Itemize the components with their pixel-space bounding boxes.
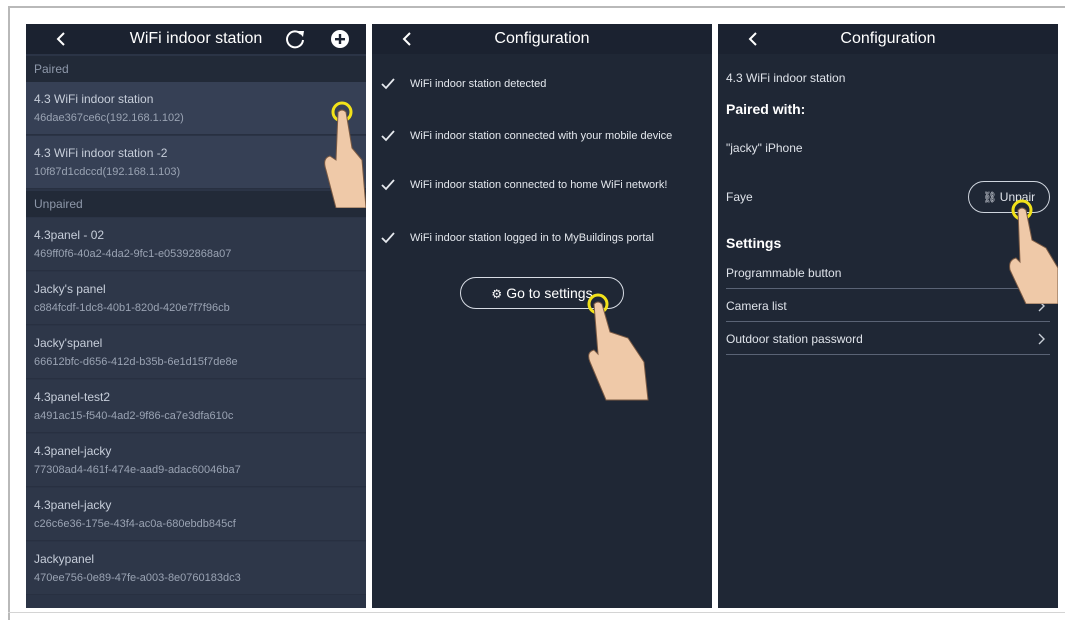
page-title: WiFi indoor station xyxy=(129,30,263,47)
device-name: 4.3 WiFi indoor station xyxy=(34,92,154,106)
step-label: WiFi indoor station connected to home Wi… xyxy=(410,179,668,191)
outdoor-station-password-row[interactable]: Outdoor station password xyxy=(726,323,1050,355)
device-id: a491ac15-f540-4ad2-9f86-ca7e3dfa610c xyxy=(34,410,234,422)
row-label: Outdoor station password xyxy=(726,332,863,346)
unpair-label: Unpair xyxy=(999,190,1036,204)
device-name: 4.3panel-jacky xyxy=(34,498,112,512)
chevron-right-icon xyxy=(1038,300,1045,312)
unpaired-device-item[interactable]: Jackypanel 470ee756-0e89-47fe-a003-8e076… xyxy=(26,542,366,595)
chevron-right-icon xyxy=(1038,333,1045,345)
paired-device-item[interactable]: 4.3 WiFi indoor station 46dae367ce6c(192… xyxy=(26,82,366,135)
unpaired-device-item[interactable]: Jacky's panel c884fcdf-1dc8-40b1-820d-42… xyxy=(26,272,366,325)
refresh-icon[interactable] xyxy=(284,28,306,50)
check-icon xyxy=(381,130,395,142)
settings-heading: Settings xyxy=(726,235,782,251)
frame-border-bottom xyxy=(8,612,1065,613)
go-to-settings-button[interactable]: ⚙ Go to settings xyxy=(460,277,624,309)
device-id: c884fcdf-1dc8-40b1-820d-420e7f7f96cb xyxy=(34,302,230,314)
config-step: WiFi indoor station logged in to MyBuild… xyxy=(372,230,712,250)
page-title: Configuration xyxy=(494,30,590,47)
device-name: 4.3panel - 02 xyxy=(34,228,105,242)
check-icon xyxy=(381,78,395,90)
camera-list-row[interactable]: Camera list xyxy=(726,290,1050,322)
gear-icon: ⚙ xyxy=(491,287,503,301)
step-label: WiFi indoor station detected xyxy=(410,78,547,90)
device-name: Jackypanel xyxy=(34,552,95,566)
device-name: 4.3panel-test2 xyxy=(34,390,111,404)
unpaired-section-header: Unpaired xyxy=(26,191,366,217)
nav-bar: Configuration xyxy=(372,24,712,54)
nav-bar: Configuration xyxy=(718,24,1058,54)
step-label: WiFi indoor station connected with your … xyxy=(410,130,673,142)
device-list-screen: WiFi indoor station Paired 4.3 WiFi indo… xyxy=(26,24,366,608)
unpaired-device-item[interactable]: 4.3panel - 02 469ff0f6-40a2-4da2-9fc1-e0… xyxy=(26,218,366,271)
programmable-button-row[interactable]: Programmable button xyxy=(726,257,1050,289)
paired-section-header: Paired xyxy=(26,56,366,82)
nav-bar: WiFi indoor station xyxy=(26,24,366,54)
unpaired-device-item[interactable]: Jacky'spanel 66612bfc-d656-412d-b35b-6e1… xyxy=(26,326,366,379)
user-name: Faye xyxy=(726,190,753,204)
paired-device-item[interactable]: 4.3 WiFi indoor station -2 10f87d1cdccd(… xyxy=(26,136,366,189)
device-id: 46dae367ce6c(192.168.1.102) xyxy=(34,112,184,124)
frame-border-left xyxy=(8,6,10,620)
device-settings-screen: Configuration 4.3 WiFi indoor station Pa… xyxy=(718,24,1058,608)
step-label: WiFi indoor station logged in to MyBuild… xyxy=(410,232,654,244)
device-id: 10f87d1cdccd(192.168.1.103) xyxy=(34,166,181,178)
device-name: 4.3 WiFi indoor station xyxy=(726,71,846,85)
unpaired-device-item[interactable]: 4.3panel-jacky c26c6e36-175e-43f4-ac0a-6… xyxy=(26,488,366,541)
device-name: 4.3 WiFi indoor station -2 xyxy=(34,146,168,160)
device-id: c26c6e36-175e-43f4-ac0a-680ebdb845cf xyxy=(34,518,236,530)
check-icon xyxy=(381,232,395,244)
check-icon xyxy=(381,179,395,191)
unpaired-device-item[interactable]: 4.3panel-test2 a491ac15-f540-4ad2-9f86-c… xyxy=(26,380,366,433)
page-title: Configuration xyxy=(840,30,936,47)
device-name: Jacky's panel xyxy=(34,282,106,296)
row-label: Camera list xyxy=(726,299,787,313)
paired-device-name: "jacky" iPhone xyxy=(726,141,803,155)
device-id: 77308ad4-461f-474e-aad9-adac60046ba7 xyxy=(34,464,241,476)
device-name: 4.3panel-jacky xyxy=(34,444,112,458)
paired-with-heading: Paired with: xyxy=(726,101,806,117)
device-id: 470ee756-0e89-47fe-a003-8e0760183dc3 xyxy=(34,572,241,584)
row-label: Programmable button xyxy=(726,266,842,280)
unpair-button[interactable]: ⛓ Unpair xyxy=(968,181,1050,213)
go-to-settings-label: Go to settings xyxy=(506,285,593,301)
configuration-progress-screen: Configuration WiFi indoor station detect… xyxy=(372,24,712,608)
config-step: WiFi indoor station connected to home Wi… xyxy=(372,177,712,197)
add-circle-icon[interactable] xyxy=(329,28,351,50)
config-step: WiFi indoor station connected with your … xyxy=(372,128,712,148)
config-step: WiFi indoor station detected xyxy=(372,76,712,96)
device-id: 469ff0f6-40a2-4da2-9fc1-e05392868a07 xyxy=(34,248,232,260)
unpaired-device-item[interactable]: 4.3panel-jacky 77308ad4-461f-474e-aad9-a… xyxy=(26,434,366,487)
frame-border-top xyxy=(8,6,1065,8)
broken-link-icon: ⛓ xyxy=(982,192,997,204)
device-name: Jacky'spanel xyxy=(34,336,103,350)
device-id: 66612bfc-d656-412d-b35b-6e1d15f7de8e xyxy=(34,356,238,368)
